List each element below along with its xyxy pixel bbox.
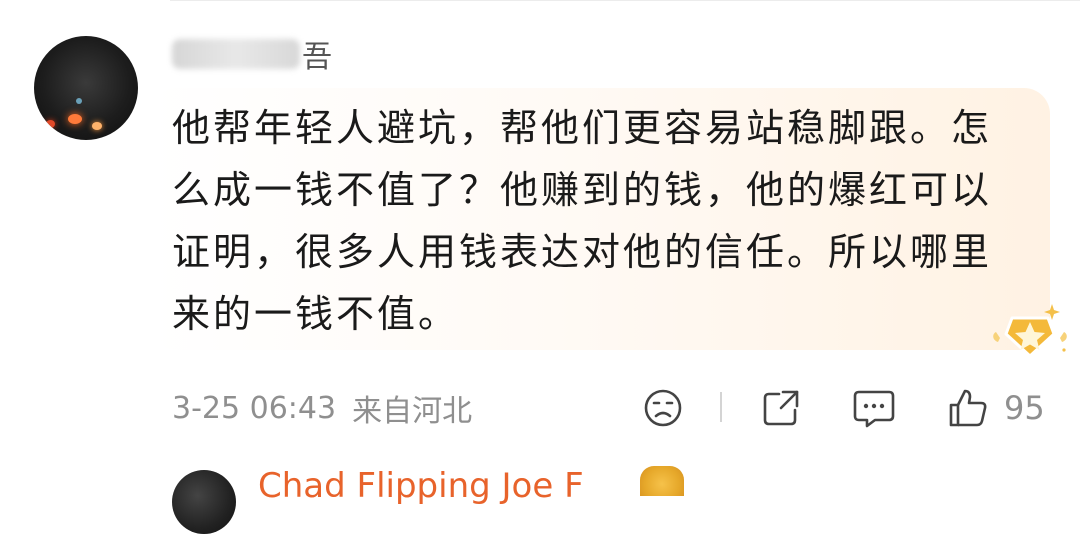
avatar[interactable] (34, 36, 138, 140)
comment-location: 来自河北 (352, 394, 473, 429)
comment-time: 3-25 06:43 (172, 390, 337, 426)
share-icon (763, 390, 799, 426)
username[interactable]: 吾 (172, 30, 332, 78)
star-badge-icon[interactable] (990, 300, 1070, 360)
like-button[interactable] (946, 386, 990, 430)
comment-meta: 3-25 06:43 来自河北 (172, 386, 472, 430)
username-visible-text: 吾 (302, 40, 332, 75)
share-button[interactable] (759, 386, 803, 430)
reply-button[interactable] (852, 386, 896, 430)
comment-bubble-icon (853, 390, 895, 428)
crown-badge-icon (640, 466, 684, 496)
top-divider (170, 0, 1080, 1)
next-comment-avatar[interactable] (172, 470, 236, 534)
next-comment-username[interactable]: Chad Flipping Joe F (258, 466, 584, 506)
comment-text[interactable]: 他帮年轻人避坑，帮他们更容易站稳脚跟。怎么成一钱不值了？他赚到的钱，他的爆红可以… (172, 97, 1002, 345)
sad-face-icon (644, 389, 682, 427)
action-separator (720, 392, 722, 422)
thumbs-up-icon (949, 389, 987, 427)
like-count: 95 (1004, 389, 1045, 427)
username-blurred (172, 39, 300, 69)
emoji-reaction-button[interactable] (641, 386, 685, 430)
